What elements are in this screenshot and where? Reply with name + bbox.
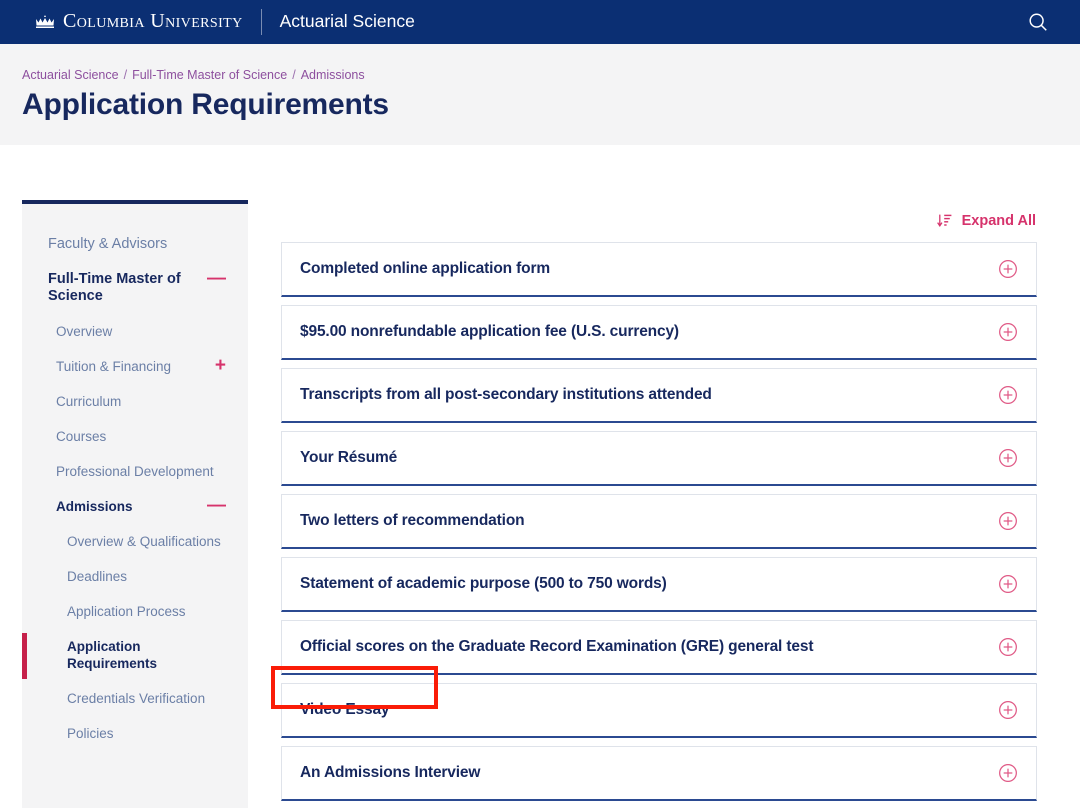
sidebar-item-tuition-financing[interactable]: Tuition & Financing + (22, 358, 248, 375)
site-header: Columbia University Actuarial Science (0, 0, 1080, 44)
expand-all-button[interactable]: Expand All (937, 213, 1036, 229)
expand-all-label: Expand All (962, 213, 1036, 229)
circle-plus-icon[interactable] (998, 385, 1018, 405)
accordion-title: $95.00 nonrefundable application fee (U.… (300, 323, 679, 341)
accordion-title: Your Résumé (300, 449, 397, 467)
circle-plus-icon[interactable] (998, 511, 1018, 531)
circle-plus-icon[interactable] (998, 448, 1018, 468)
sidebar-item-curriculum[interactable]: Curriculum (22, 393, 248, 410)
sidebar-item-label: Faculty & Advisors (48, 236, 167, 253)
sidebar-item-admissions[interactable]: Admissions — (22, 498, 248, 515)
accordion-title: Transcripts from all post-secondary inst… (300, 386, 712, 404)
accordion-item[interactable]: Official scores on the Graduate Record E… (281, 620, 1037, 675)
search-button[interactable] (1018, 2, 1058, 42)
sidebar-item-label: Overview (56, 323, 112, 340)
sidebar-item-label: Policies (67, 725, 114, 742)
breadcrumb-item-0[interactable]: Actuarial Science (22, 68, 119, 82)
sidebar-item-label: Credentials Verification (67, 690, 205, 707)
sidebar-item-policies[interactable]: Policies (22, 725, 248, 742)
active-indicator (22, 633, 27, 679)
main-content: Expand All Completed online application … (281, 200, 1037, 801)
section-navigation: Faculty & Advisors Full-Time Master of Sc… (22, 200, 248, 808)
accordion-title: Statement of academic purpose (500 to 75… (300, 575, 667, 593)
circle-plus-icon[interactable] (998, 637, 1018, 657)
sidebar-item-label: Courses (56, 428, 106, 445)
sort-descending-icon (937, 213, 953, 229)
breadcrumb: Actuarial Science / Full-Time Master of Sc… (22, 68, 365, 82)
page-title: Application Requirements (22, 88, 389, 122)
sidebar-item-label: Professional Development (56, 463, 214, 480)
sidebar-item-credentials-verification[interactable]: Credentials Verification (22, 690, 248, 707)
accordion-item[interactable]: Transcripts from all post-secondary inst… (281, 368, 1037, 423)
sidebar-item-application-process[interactable]: Application Process (22, 603, 248, 620)
requirements-accordion: Completed online application form $95.00 … (281, 242, 1037, 801)
breadcrumb-separator: / (292, 68, 295, 82)
accordion-title: Two letters of recommendation (300, 512, 524, 530)
search-icon (1027, 11, 1049, 33)
circle-plus-icon[interactable] (998, 574, 1018, 594)
sidebar-item-label: Deadlines (67, 568, 127, 585)
site-name: Actuarial Science (280, 13, 415, 31)
accordion-item[interactable]: Statement of academic purpose (500 to 75… (281, 557, 1037, 612)
sidebar-item-label: Tuition & Financing (56, 358, 171, 375)
brand-lockup[interactable]: Columbia University Actuarial Science (34, 9, 415, 35)
sidebar-item-deadlines[interactable]: Deadlines (22, 568, 248, 585)
accordion-item[interactable]: Video Essay (281, 683, 1037, 738)
accordion-item[interactable]: Your Résumé (281, 431, 1037, 486)
sidebar-item-courses[interactable]: Courses (22, 428, 248, 445)
sidebar-item-faculty-advisors[interactable]: Faculty & Advisors (22, 236, 248, 253)
accordion-title: An Admissions Interview (300, 764, 480, 782)
accordion-item[interactable]: $95.00 nonrefundable application fee (U.… (281, 305, 1037, 360)
sidebar-item-full-time-master-of-science[interactable]: Full-Time Master of Science — (22, 271, 248, 305)
breadcrumb-item-1[interactable]: Full-Time Master of Science (132, 68, 287, 82)
circle-plus-icon[interactable] (998, 322, 1018, 342)
sidebar-item-label: Application Process (67, 603, 186, 620)
sidebar-item-overview-qualifications[interactable]: Overview & Qualifications (22, 533, 248, 550)
crown-icon (34, 14, 56, 30)
brand-name: Columbia University (63, 11, 243, 33)
sidebar-item-label: Overview & Qualifications (67, 533, 221, 550)
page-hero: Actuarial Science / Full-Time Master of Sc… (0, 44, 1080, 145)
sidebar-item-label: Full-Time Master of Science (48, 271, 199, 305)
circle-plus-icon[interactable] (998, 700, 1018, 720)
sidebar-item-application-requirements[interactable]: Application Requirements (22, 638, 248, 672)
collapse-minus-icon[interactable]: — (207, 271, 226, 286)
accordion-title: Video Essay (300, 701, 389, 719)
accordion-item[interactable]: An Admissions Interview (281, 746, 1037, 801)
accordion-item[interactable]: Completed online application form (281, 242, 1037, 297)
expand-all-row: Expand All (281, 200, 1037, 242)
accordion-title: Official scores on the Graduate Record E… (300, 638, 813, 656)
circle-plus-icon[interactable] (998, 763, 1018, 783)
breadcrumb-item-2[interactable]: Admissions (301, 68, 365, 82)
sidebar-item-label: Admissions (56, 498, 133, 515)
accordion-title: Completed online application form (300, 260, 550, 278)
brand-divider (261, 9, 262, 35)
sidebar-item-label: Application Requirements (67, 638, 226, 672)
sidebar-item-label: Curriculum (56, 393, 121, 410)
collapse-minus-icon[interactable]: — (207, 498, 226, 513)
sidebar-item-professional-development[interactable]: Professional Development (22, 463, 248, 480)
expand-plus-icon[interactable]: + (215, 358, 226, 373)
breadcrumb-separator: / (124, 68, 127, 82)
sidebar-item-overview[interactable]: Overview (22, 323, 248, 340)
circle-plus-icon[interactable] (998, 259, 1018, 279)
accordion-item[interactable]: Two letters of recommendation (281, 494, 1037, 549)
